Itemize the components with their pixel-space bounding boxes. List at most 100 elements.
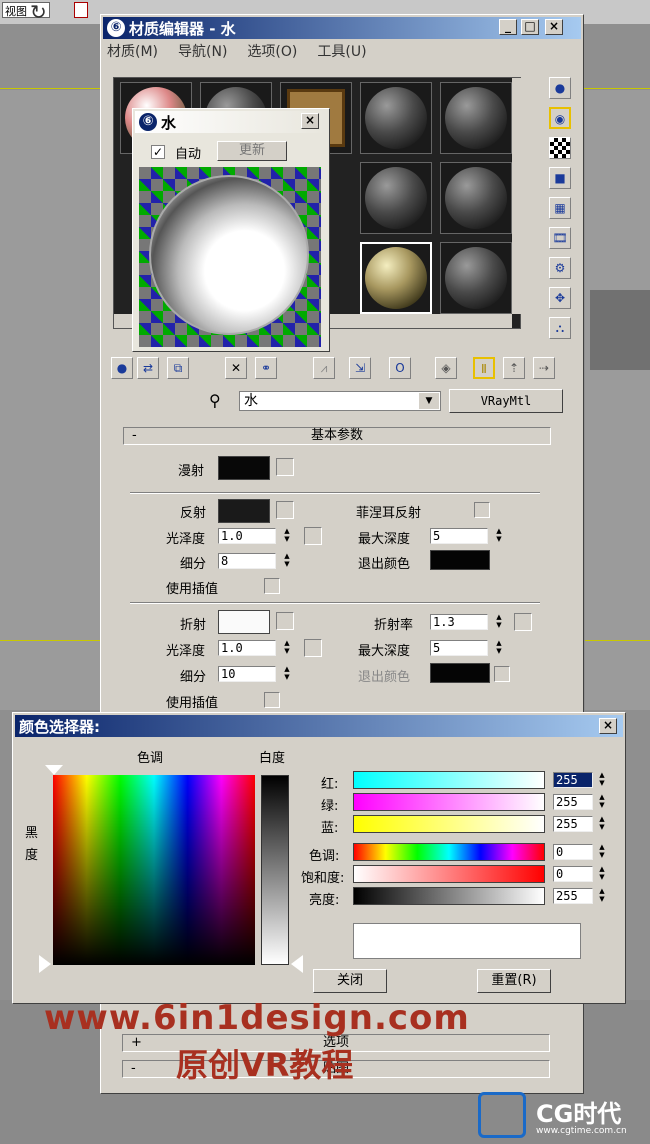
video-color-check-icon[interactable]: ▦ bbox=[549, 197, 571, 219]
sample-slot[interactable] bbox=[440, 242, 512, 314]
value-spinner[interactable]: ▲ ▼ bbox=[597, 887, 607, 905]
material-name-field[interactable]: 水 bbox=[239, 391, 441, 411]
blackness-pointer[interactable] bbox=[39, 955, 51, 973]
tiling-icon[interactable]: ■ bbox=[549, 167, 571, 189]
sample-slot[interactable] bbox=[440, 82, 512, 154]
sample-slot[interactable] bbox=[360, 82, 432, 154]
preview-close-button[interactable]: × bbox=[301, 113, 319, 129]
reset-color-button[interactable]: 重置(R) bbox=[477, 969, 551, 993]
color-picker-close-button[interactable]: × bbox=[599, 718, 617, 734]
blue-slider[interactable] bbox=[353, 815, 545, 833]
refract-swatch[interactable] bbox=[218, 610, 270, 634]
color-picker-titlebar[interactable]: 颜色选择器: bbox=[15, 715, 623, 737]
red-slider[interactable] bbox=[353, 771, 545, 789]
refract-max-depth-spinner[interactable]: ▲ ▼ bbox=[494, 639, 504, 657]
refract-map-button[interactable] bbox=[276, 612, 294, 630]
menu-material[interactable]: 材质(M) bbox=[107, 41, 158, 61]
reflect-max-depth-spinner[interactable]: ▲ ▼ bbox=[494, 527, 504, 545]
reflect-glossiness-input[interactable]: 1.0 bbox=[218, 528, 276, 544]
close-color-picker-button[interactable]: 关闭 bbox=[313, 969, 387, 993]
reflect-glossiness-map-button[interactable] bbox=[304, 527, 322, 545]
value-slider[interactable] bbox=[353, 887, 545, 905]
rollout-basic-params[interactable]: - 基本参数 bbox=[123, 427, 551, 445]
refract-exit-color-checkbox[interactable] bbox=[494, 666, 510, 682]
hue-input[interactable]: 0 bbox=[553, 844, 593, 860]
make-preview-icon[interactable]: 🎞 bbox=[549, 227, 571, 249]
options-icon[interactable]: ⚙ bbox=[549, 257, 571, 279]
select-by-material-icon[interactable]: ✥ bbox=[549, 287, 571, 309]
viewport-right[interactable] bbox=[585, 90, 650, 710]
viewport-left[interactable] bbox=[0, 90, 100, 710]
reflect-map-button[interactable] bbox=[276, 501, 294, 519]
put-to-library-icon[interactable]: ⇲ bbox=[349, 357, 371, 379]
reset-map-icon[interactable]: ✕ bbox=[225, 357, 247, 379]
value-input[interactable]: 255 bbox=[553, 888, 593, 904]
maximize-button[interactable]: □ bbox=[521, 19, 539, 35]
make-copy-icon[interactable]: ⚭ bbox=[255, 357, 277, 379]
green-input[interactable]: 255 bbox=[553, 794, 593, 810]
slots-scrollbar-v[interactable] bbox=[512, 78, 522, 314]
hue-pointer[interactable] bbox=[45, 765, 63, 775]
reflect-exit-color-swatch[interactable] bbox=[430, 550, 490, 570]
refract-glossiness-input[interactable]: 1.0 bbox=[218, 640, 276, 656]
refract-glossiness-map-button[interactable] bbox=[304, 639, 322, 657]
go-parent-icon[interactable]: ⇡ bbox=[503, 357, 525, 379]
reflect-use-interp-checkbox[interactable] bbox=[264, 578, 280, 594]
minimize-button[interactable]: _ bbox=[499, 19, 517, 35]
reflect-subdivs-spinner[interactable]: ▲ ▼ bbox=[282, 552, 292, 570]
assign-material-icon[interactable]: ⧉ bbox=[167, 357, 189, 379]
auto-checkbox[interactable]: ✓ bbox=[151, 145, 165, 159]
refract-glossiness-spinner[interactable]: ▲ ▼ bbox=[282, 639, 292, 657]
show-end-result-icon[interactable]: Ⅱ bbox=[473, 357, 495, 379]
make-unique-icon[interactable]: ⩘ bbox=[313, 357, 335, 379]
sample-slot[interactable] bbox=[360, 242, 432, 314]
ior-map-button[interactable] bbox=[514, 613, 532, 631]
material-name-dropdown[interactable]: ▼ bbox=[419, 393, 439, 409]
red-input[interactable]: 255 bbox=[553, 772, 593, 788]
diffuse-swatch[interactable] bbox=[218, 456, 270, 480]
saturation-input[interactable]: 0 bbox=[553, 866, 593, 882]
show-map-icon[interactable]: ◈ bbox=[435, 357, 457, 379]
reflect-max-depth-input[interactable]: 5 bbox=[430, 528, 488, 544]
reflect-swatch[interactable] bbox=[218, 499, 270, 523]
ior-input[interactable]: 1.3 bbox=[430, 614, 488, 630]
update-button[interactable]: 更新 bbox=[217, 141, 287, 161]
reflect-subdivs-input[interactable]: 8 bbox=[218, 553, 276, 569]
saturation-spinner[interactable]: ▲ ▼ bbox=[597, 865, 607, 883]
get-material-icon[interactable]: ● bbox=[111, 357, 133, 379]
material-type-button[interactable]: VRayMtl bbox=[449, 389, 563, 413]
hue-blackness-field[interactable] bbox=[53, 775, 255, 965]
go-sibling-icon[interactable]: ⇢ bbox=[533, 357, 555, 379]
hue-spinner[interactable]: ▲ ▼ bbox=[597, 843, 607, 861]
fresnel-checkbox[interactable] bbox=[474, 502, 490, 518]
reflect-glossiness-spinner[interactable]: ▲ ▼ bbox=[282, 527, 292, 545]
red-spinner[interactable]: ▲ ▼ bbox=[597, 771, 607, 789]
refract-use-interp-checkbox[interactable] bbox=[264, 692, 280, 708]
menu-navigation[interactable]: 导航(N) bbox=[178, 41, 227, 61]
blue-input[interactable]: 255 bbox=[553, 816, 593, 832]
blue-spinner[interactable]: ▲ ▼ bbox=[597, 815, 607, 833]
diffuse-map-button[interactable] bbox=[276, 458, 294, 476]
sample-slot[interactable] bbox=[440, 162, 512, 234]
stop-icon[interactable] bbox=[74, 2, 88, 18]
backlight-icon[interactable]: ◉ bbox=[549, 107, 571, 129]
ior-spinner[interactable]: ▲ ▼ bbox=[494, 613, 504, 631]
background-icon[interactable] bbox=[549, 137, 571, 159]
menu-tools[interactable]: 工具(U) bbox=[317, 41, 366, 61]
material-id-icon[interactable]: O bbox=[389, 357, 411, 379]
eyedropper-icon[interactable]: ⚲ bbox=[209, 391, 221, 410]
sample-slot[interactable] bbox=[360, 162, 432, 234]
sample-type-icon[interactable]: ● bbox=[549, 77, 571, 99]
close-button[interactable]: × bbox=[545, 19, 563, 35]
material-navigator-icon[interactable]: ⛬ bbox=[549, 317, 571, 339]
saturation-slider[interactable] bbox=[353, 865, 545, 883]
put-to-scene-icon[interactable]: ⇄ bbox=[137, 357, 159, 379]
rotate-icon[interactable]: ↻ bbox=[30, 0, 47, 24]
whiteness-pointer[interactable] bbox=[291, 955, 303, 973]
hue-slider[interactable] bbox=[353, 843, 545, 861]
menu-options[interactable]: 选项(O) bbox=[247, 41, 297, 61]
refract-subdivs-spinner[interactable]: ▲ ▼ bbox=[282, 665, 292, 683]
refract-exit-color-swatch[interactable] bbox=[430, 663, 490, 683]
green-slider[interactable] bbox=[353, 793, 545, 811]
whiteness-bar[interactable] bbox=[261, 775, 289, 965]
